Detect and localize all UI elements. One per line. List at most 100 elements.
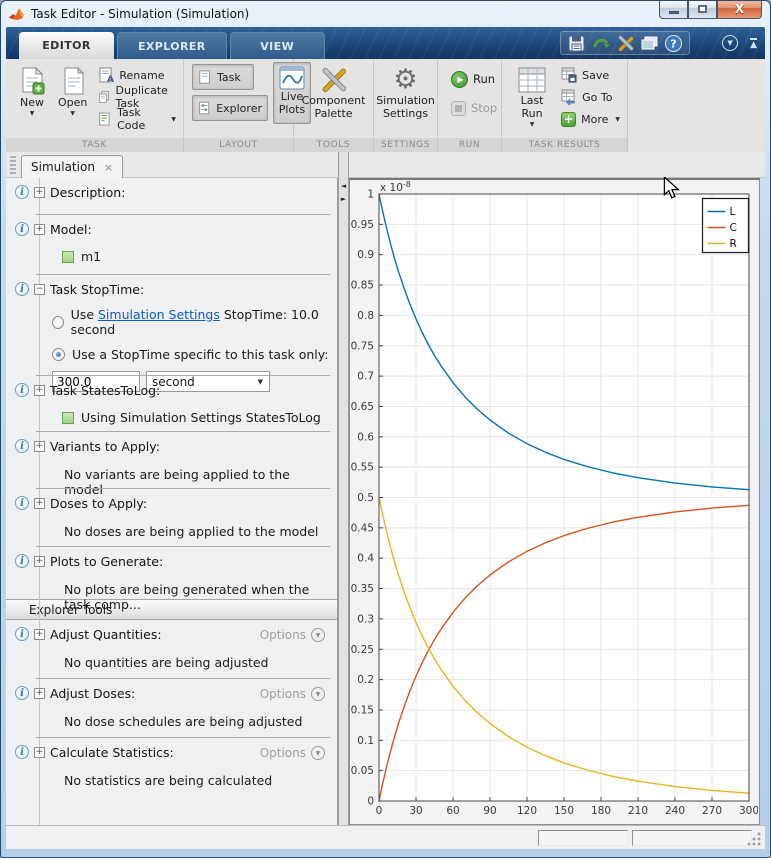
expand-icon[interactable]: + [34, 187, 45, 198]
expand-icon[interactable]: + [34, 629, 45, 640]
collapse-right-icon[interactable]: ► [339, 193, 348, 206]
info-icon[interactable]: i [15, 439, 29, 453]
section-label-settings: SETTINGS [374, 138, 437, 152]
undo-icon[interactable] [592, 35, 610, 51]
info-icon[interactable]: i [15, 745, 29, 759]
section-label-task: TASK [6, 138, 183, 152]
svg-text:0.9: 0.9 [357, 249, 374, 261]
info-icon[interactable]: i [15, 185, 29, 199]
live-plot-panel: 0 30 60 90 120 150 180 210 240 270 300 0 0.05 0.1 0.15… [349, 178, 760, 825]
collapse-left-icon[interactable]: ◄ [339, 180, 348, 193]
section-title: Description: [50, 185, 126, 200]
title-bar[interactable]: Task Editor - Simulation (Simulation) X [1, 1, 770, 27]
help-icon[interactable]: ? [665, 34, 682, 52]
expand-icon[interactable]: + [34, 498, 45, 509]
options-button[interactable]: Options ▼ [260, 628, 325, 642]
svg-text:120: 120 [517, 805, 537, 817]
ribbon-filler [628, 59, 765, 152]
tools-icon[interactable] [617, 34, 634, 52]
svg-text:L: L [730, 206, 736, 218]
panel-splitter[interactable]: ◄ ► [338, 152, 349, 827]
section-plots: i + Plots to Generate: No plots are bein… [6, 547, 337, 612]
info-icon[interactable]: i [15, 496, 29, 510]
svg-text:0.5: 0.5 [357, 492, 374, 504]
resize-grip[interactable] [747, 832, 761, 846]
svg-text:180: 180 [591, 805, 611, 817]
expand-icon[interactable]: + [34, 688, 45, 699]
last-run-table-icon [518, 67, 546, 93]
svg-text:0.85: 0.85 [351, 280, 374, 292]
component-palette-button[interactable]: Component Palette [296, 62, 372, 137]
model-name: m1 [81, 249, 102, 264]
explorer-pane-toggle[interactable]: Explorer [192, 95, 268, 121]
expand-icon[interactable]: + [34, 441, 45, 452]
info-icon[interactable]: i [15, 686, 29, 700]
svg-text:0.15: 0.15 [351, 704, 374, 716]
info-icon[interactable]: i [15, 222, 29, 236]
stop-button[interactable]: Stop [446, 97, 502, 119]
svg-text:240: 240 [665, 805, 685, 817]
collapse-icon[interactable]: − [34, 284, 45, 295]
info-icon[interactable]: i [15, 554, 29, 568]
task-code-button[interactable]: Task Code ▼ [93, 106, 181, 132]
expand-icon[interactable]: + [34, 556, 45, 567]
section-adjust-quantities: i + Adjust Quantities: Options ▼ No quan… [6, 620, 337, 679]
expand-icon[interactable]: + [34, 224, 45, 235]
section-title: Task StopTime: [50, 282, 145, 297]
expand-icon[interactable]: + [34, 747, 45, 758]
svg-text:0.55: 0.55 [351, 462, 374, 474]
radio-use-simulation-settings[interactable] [52, 315, 64, 329]
section-stoptime: i − Task StopTime: Use Simulation Settin… [6, 275, 337, 392]
section-variants: i + Variants to Apply: No variants are b… [6, 432, 337, 497]
svg-text:60: 60 [446, 805, 459, 817]
section-model: i + Model: m1 [6, 215, 337, 275]
options-arrow-icon: ▼ [311, 687, 325, 701]
rename-button[interactable]: A Rename [93, 64, 181, 86]
save-results-button[interactable]: Save [556, 64, 625, 86]
go-to-button[interactable]: Go To [556, 86, 625, 108]
expand-icon[interactable]: + [34, 385, 45, 396]
options-button[interactable]: Options ▼ [260, 746, 325, 760]
section-note: No doses are being applied to the model [64, 524, 319, 539]
task-pane-toggle[interactable]: Task [192, 64, 254, 90]
options-button[interactable]: Options ▼ [260, 687, 325, 701]
svg-text:90: 90 [483, 805, 496, 817]
run-button[interactable]: ▶ Run [446, 68, 502, 90]
simulation-settings-link[interactable]: Simulation Settings [98, 307, 220, 322]
options-arrow-icon: ▼ [311, 746, 325, 760]
info-icon[interactable]: i [15, 282, 29, 296]
explorer-pane-icon [199, 101, 210, 115]
tab-explorer[interactable]: EXPLORER [117, 32, 227, 59]
windows-layout-icon[interactable] [641, 36, 658, 51]
svg-text:0.6: 0.6 [357, 431, 374, 443]
tab-editor[interactable]: EDITOR [19, 32, 114, 59]
radio-task-specific-stoptime[interactable] [52, 348, 65, 361]
info-icon[interactable]: i [15, 383, 29, 397]
save-icon[interactable] [568, 35, 585, 52]
section-note: No plots are being generated when the ta… [64, 582, 310, 612]
simulation-settings-button[interactable]: ⚙ Simulation Settings [370, 62, 441, 137]
svg-text:150: 150 [554, 805, 574, 817]
duplicate-task-button[interactable]: Duplicate Task [93, 84, 181, 110]
toolstrip-menu-icon[interactable]: ▼ [722, 35, 739, 51]
collapse-ribbon-icon[interactable]: ▲ [750, 37, 757, 49]
more-button[interactable]: + More ▼ [556, 108, 625, 130]
open-button[interactable]: Open ▼ [52, 62, 93, 137]
svg-text:0.7: 0.7 [357, 371, 374, 383]
close-button[interactable]: X [717, 1, 762, 19]
svg-text:0.05: 0.05 [351, 765, 374, 777]
maximize-button[interactable] [688, 1, 717, 19]
drag-grip-icon[interactable] [10, 156, 16, 174]
svg-text:30: 30 [409, 805, 422, 817]
new-button[interactable]: New ▼ [12, 62, 52, 137]
chevron-down-icon: ▼ [529, 121, 535, 129]
duplicate-icon [99, 91, 110, 103]
tab-close-icon[interactable]: × [104, 162, 113, 173]
minimize-button[interactable] [659, 1, 688, 19]
last-run-button[interactable]: Last Run ▼ [508, 62, 556, 137]
chevron-down-icon: ▼ [615, 115, 620, 123]
info-icon[interactable]: i [15, 627, 29, 641]
tab-simulation[interactable]: Simulation × [21, 155, 124, 178]
tab-view[interactable]: VIEW [229, 32, 325, 59]
section-label-layout: LAYOUT [184, 138, 293, 152]
